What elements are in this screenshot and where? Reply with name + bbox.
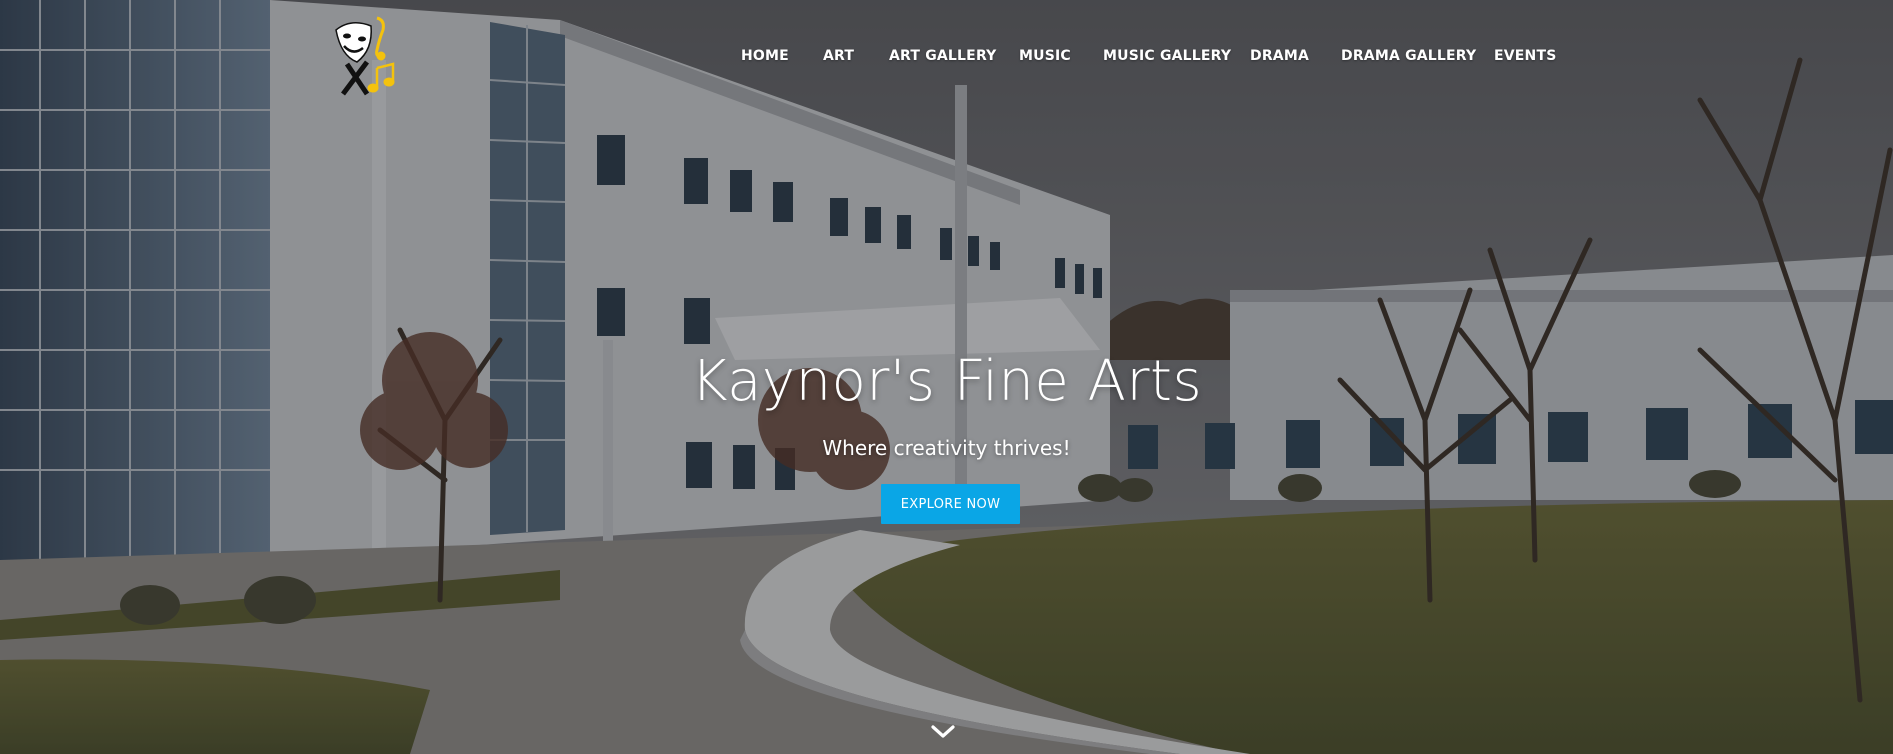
nav-art[interactable]: ART — [823, 46, 854, 66]
nav-events[interactable]: EVENTS — [1494, 46, 1557, 66]
hero-subtitle: Where creativity thrives! — [822, 436, 1071, 460]
nav-drama-gallery[interactable]: DRAMA GALLERY — [1341, 46, 1476, 66]
nav-music-gallery[interactable]: MUSIC GALLERY — [1103, 46, 1231, 66]
chevron-down-icon — [931, 725, 955, 738]
scroll-down-button[interactable] — [929, 722, 957, 742]
explore-now-button[interactable]: EXPLORE NOW — [881, 484, 1020, 524]
nav-home[interactable]: HOME — [741, 46, 789, 66]
nav-art-gallery[interactable]: ART GALLERY — [889, 46, 997, 66]
main-navigation: HOME ART ART GALLERY MUSIC MUSIC GALLERY… — [0, 46, 1893, 70]
hero-title: Kaynor's Fine Arts — [690, 349, 1203, 414]
nav-drama[interactable]: DRAMA — [1250, 46, 1309, 66]
nav-music[interactable]: MUSIC — [1019, 46, 1071, 66]
